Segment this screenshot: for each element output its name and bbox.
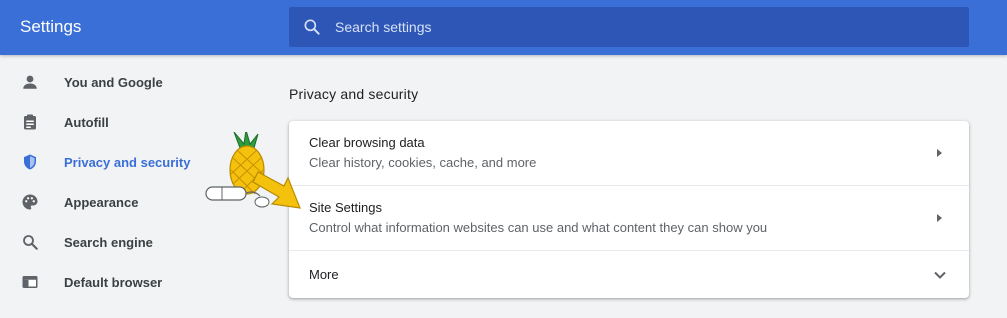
row-subtitle: Control what information websites can us… bbox=[309, 220, 768, 235]
top-bar: Settings Search settings bbox=[0, 0, 1007, 55]
section-title: Privacy and security bbox=[289, 86, 419, 102]
sidebar-item-label: You and Google bbox=[64, 74, 163, 90]
clear-browsing-data-row[interactable]: Clear browsing data Clear history, cooki… bbox=[289, 121, 969, 185]
palette-icon bbox=[19, 191, 41, 213]
arrow-right-icon bbox=[937, 149, 942, 157]
row-title: Clear browsing data bbox=[309, 135, 425, 150]
sidebar-item-label: Privacy and security bbox=[64, 154, 191, 170]
sidebar-item-search-engine[interactable]: Search engine bbox=[0, 222, 240, 262]
person-icon bbox=[19, 71, 41, 93]
sidebar-item-label: Default browser bbox=[64, 274, 163, 290]
row-title: Site Settings bbox=[309, 200, 382, 215]
site-settings-row[interactable]: Site Settings Control what information w… bbox=[289, 185, 969, 251]
chevron-down-icon bbox=[934, 271, 946, 279]
search-box[interactable]: Search settings bbox=[289, 7, 969, 47]
sidebar-item-default-browser[interactable]: Default browser bbox=[0, 262, 240, 302]
row-subtitle: Clear history, cookies, cache, and more bbox=[309, 155, 537, 170]
sidebar-item-label: Search engine bbox=[64, 234, 153, 250]
magnifier-icon bbox=[19, 231, 41, 253]
sidebar-item-you-and-google[interactable]: You and Google bbox=[0, 62, 240, 102]
more-row[interactable]: More bbox=[289, 250, 969, 299]
privacy-card: Clear browsing data Clear history, cooki… bbox=[289, 121, 969, 298]
arrow-right-icon bbox=[937, 214, 942, 222]
row-title: More bbox=[309, 267, 339, 282]
sidebar-item-label: Autofill bbox=[64, 114, 109, 130]
sidebar-item-label: Appearance bbox=[64, 194, 139, 210]
browser-window-icon bbox=[19, 271, 41, 293]
search-input[interactable]: Search settings bbox=[335, 19, 432, 35]
search-icon bbox=[304, 19, 320, 35]
clipboard-icon bbox=[19, 111, 41, 133]
app-title: Settings bbox=[20, 17, 82, 36]
shield-icon bbox=[19, 151, 41, 173]
pineapple-mascot-pointer-icon bbox=[205, 132, 301, 209]
